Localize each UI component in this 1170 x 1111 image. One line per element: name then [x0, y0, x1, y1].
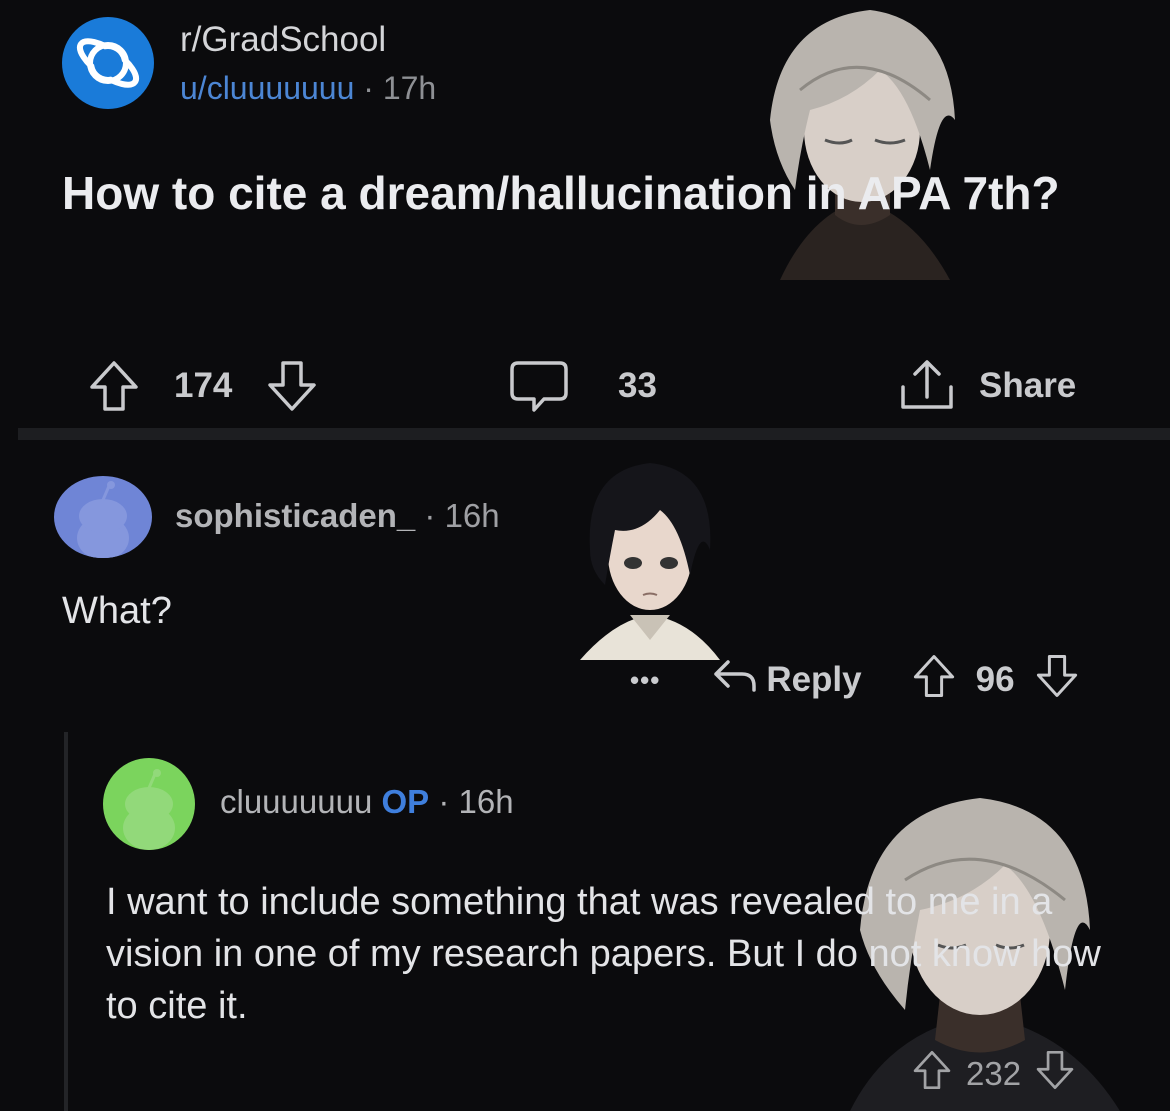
meta-separator: ·: [438, 783, 450, 820]
subreddit-name[interactable]: r/GradSchool: [180, 20, 386, 60]
comment-body: What?: [62, 590, 172, 632]
comment-meta: sophisticaden_ · 16h: [175, 497, 500, 535]
comment-username[interactable]: sophisticaden_: [175, 497, 415, 534]
snoo-icon: [77, 481, 129, 558]
avatar[interactable]: [103, 758, 195, 850]
post-meta: u/cluuuuuuu · 17h: [180, 70, 436, 107]
reply-label: Reply: [766, 660, 862, 699]
upvote-count: 174: [174, 366, 233, 405]
comment-count: 33: [618, 366, 657, 405]
more-options-icon[interactable]: •••: [630, 665, 660, 696]
character-silver-hair-top: [740, 0, 980, 280]
comment-age: 16h: [458, 783, 514, 820]
meta-separator: ·: [424, 497, 436, 534]
subreddit-avatar[interactable]: [62, 17, 154, 109]
avatar[interactable]: [54, 476, 152, 558]
share-icon: [897, 357, 957, 415]
post-title: How to cite a dream/hallucination in APA…: [62, 167, 1060, 219]
reply-arrow-icon: [712, 656, 758, 705]
meta-separator: ·: [363, 70, 374, 106]
downvote-arrow-icon[interactable]: [1035, 1049, 1075, 1099]
share-button[interactable]: Share: [897, 356, 1076, 416]
upvote-arrow-icon[interactable]: [88, 359, 140, 413]
post-author[interactable]: u/cluuuuuuu: [180, 70, 354, 106]
comment-body: I want to include something that was rev…: [106, 881, 1101, 1027]
comment-vote-count: 96: [975, 660, 1015, 699]
character-dark-hair: [575, 455, 725, 660]
upvote-arrow-icon[interactable]: [912, 1049, 952, 1099]
comment-username[interactable]: cluuuuuuu: [220, 783, 372, 820]
thread-line[interactable]: [64, 732, 68, 1111]
downvote-arrow-icon[interactable]: [266, 359, 318, 413]
reply-button[interactable]: Reply: [712, 656, 862, 705]
planet-icon: [76, 38, 140, 88]
upvote-arrow-icon[interactable]: [912, 653, 956, 708]
comments-button[interactable]: 33: [508, 356, 657, 416]
post-age: 17h: [382, 70, 437, 106]
comment-actions: ••• Reply 96: [630, 652, 1079, 708]
section-divider: [18, 428, 1170, 440]
op-badge: OP: [381, 783, 430, 820]
comment-actions: 232: [912, 1050, 1075, 1098]
share-label: Share: [979, 366, 1077, 405]
comment-vote-count: 232: [966, 1055, 1022, 1092]
comment-bubble-icon: [508, 357, 570, 415]
snoo-icon: [123, 769, 175, 850]
comment-age: 16h: [444, 497, 500, 534]
comment-meta: cluuuuuuu OP · 16h: [220, 783, 514, 821]
vote-group: 174: [88, 356, 318, 416]
downvote-arrow-icon[interactable]: [1035, 653, 1079, 708]
